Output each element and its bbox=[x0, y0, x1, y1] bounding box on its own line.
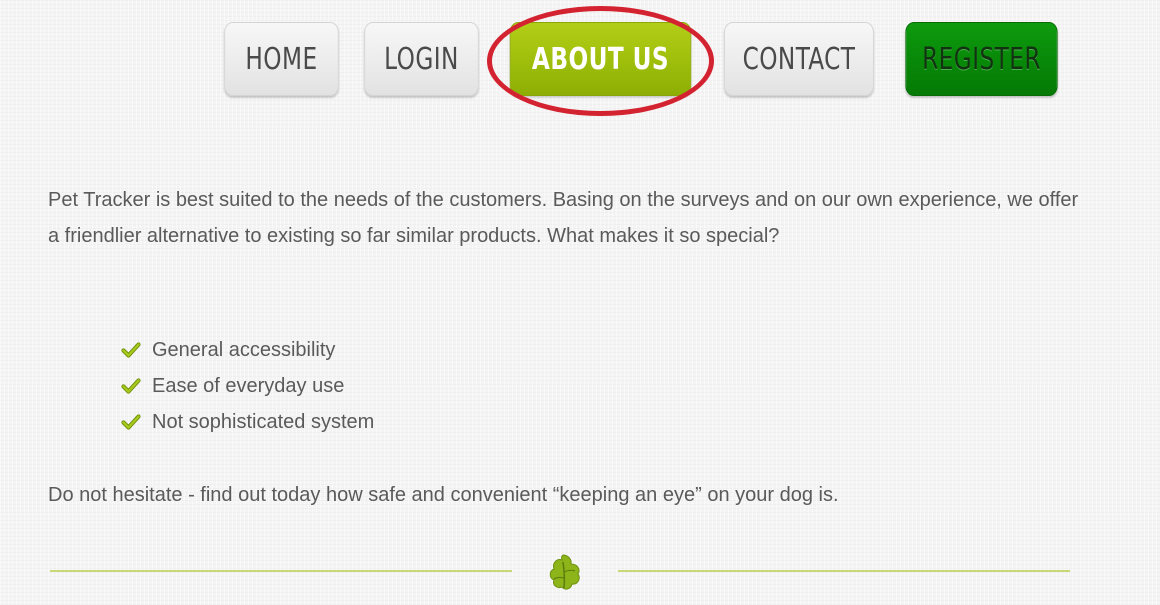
feature-text: Not sophisticated system bbox=[152, 410, 375, 433]
nav-login-button[interactable]: LOGIN bbox=[364, 22, 479, 96]
nav-about-us-button[interactable]: ABOUT US bbox=[509, 22, 692, 96]
feature-item: General accessibility bbox=[121, 332, 374, 368]
feature-text: Ease of everyday use bbox=[152, 374, 345, 397]
feature-list: General accessibility Ease of everyday u… bbox=[121, 332, 374, 440]
check-icon bbox=[121, 378, 141, 394]
nav-contact-button[interactable]: CONTACT bbox=[724, 22, 874, 96]
check-icon bbox=[121, 414, 141, 430]
nav-register-button[interactable]: REGISTER bbox=[905, 22, 1058, 96]
check-icon bbox=[121, 342, 141, 358]
intro-paragraph: Pet Tracker is best suited to the needs … bbox=[48, 189, 1079, 247]
feature-item: Not sophisticated system bbox=[121, 404, 374, 440]
divider-line-left bbox=[50, 570, 512, 572]
feature-item: Ease of everyday use bbox=[121, 368, 374, 404]
nav-home-button[interactable]: HOME bbox=[224, 22, 339, 96]
feature-text: General accessibility bbox=[152, 338, 336, 361]
leaf-icon bbox=[549, 554, 580, 590]
main-nav: HOME LOGIN ABOUT US CONTACT REGISTER bbox=[0, 22, 1160, 100]
about-content: Pet Tracker is best suited to the needs … bbox=[48, 182, 1088, 506]
closing-paragraph: Do not hesitate - find out today how saf… bbox=[48, 484, 839, 506]
divider-line-right bbox=[618, 570, 1070, 572]
